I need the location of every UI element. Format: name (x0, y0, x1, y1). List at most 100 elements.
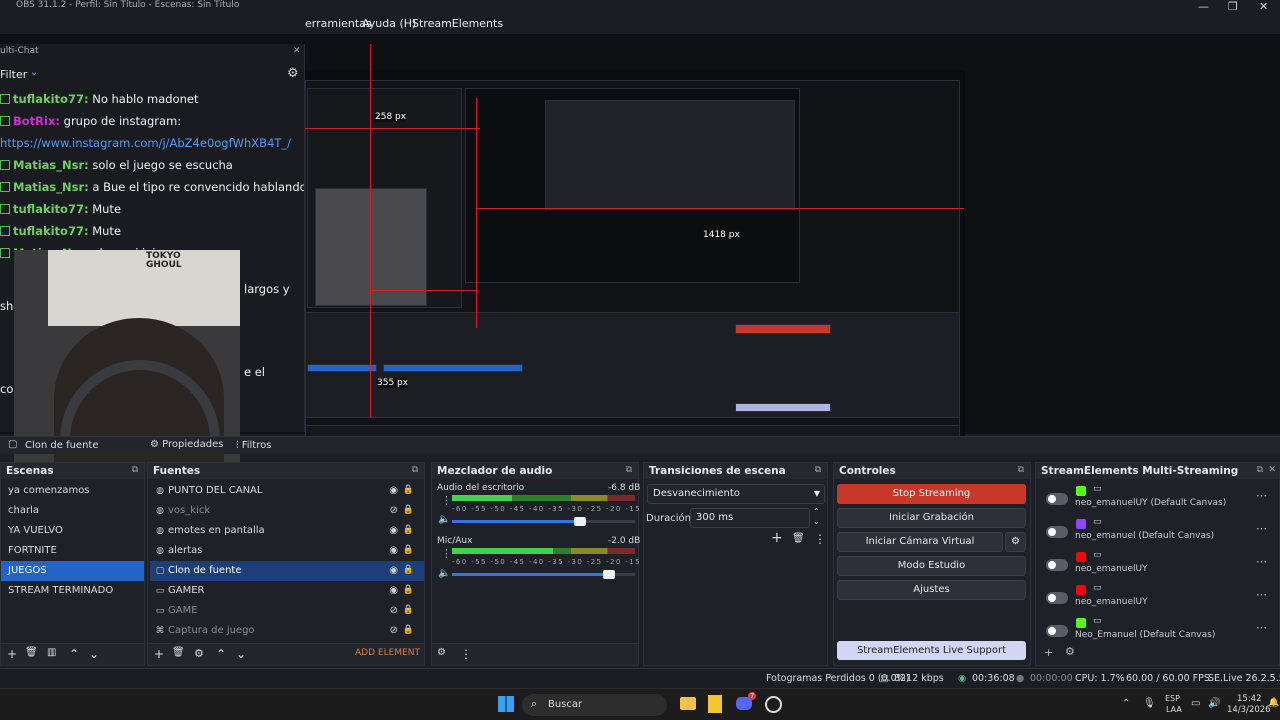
notification-icon[interactable]: 🔔 (1268, 698, 1279, 708)
lock-icon[interactable]: 🔒 (403, 485, 414, 495)
lock-icon[interactable]: 🔒 (403, 605, 414, 615)
undock-icon[interactable]: ⧉ (626, 465, 632, 475)
stepper-up-icon[interactable]: ⌃ (813, 507, 820, 516)
lock-icon[interactable]: 🔒 (403, 625, 414, 635)
more-options-icon[interactable]: ⋯ (1256, 522, 1267, 535)
gear-icon[interactable]: ⚙ (287, 66, 299, 81)
eye-slash-icon[interactable]: ⊘ (390, 625, 398, 636)
source-item[interactable]: ◍ vos_kick ⊘ 🔒 (150, 501, 424, 521)
app-icon[interactable] (708, 695, 722, 713)
add-scene-icon[interactable]: + (7, 647, 17, 661)
volume-knob[interactable] (603, 570, 615, 579)
obs-icon[interactable] (765, 696, 782, 713)
eye-icon[interactable]: ◉ (389, 585, 398, 596)
target-toggle[interactable] (1046, 493, 1068, 505)
volume-slider-mic[interactable] (452, 570, 635, 579)
eye-slash-icon[interactable]: ⊘ (390, 605, 398, 616)
stop-streaming-button[interactable]: Stop Streaming (837, 484, 1026, 504)
eye-icon[interactable]: ◉ (389, 525, 398, 536)
trash-icon[interactable]: 🗑 (25, 647, 38, 658)
gear-icon[interactable]: ⚙ (1065, 645, 1075, 658)
maximize-icon[interactable]: ❐ (1228, 0, 1238, 13)
chat-link[interactable]: https://www.instagram.com/j/AbZ4e0ogfWhX… (0, 136, 291, 150)
clock-time[interactable]: 15:42 (1237, 694, 1262, 704)
lock-icon[interactable]: 🔒 (403, 545, 414, 555)
scene-item[interactable]: FORTNITE (1, 541, 144, 561)
file-explorer-icon[interactable] (680, 697, 696, 710)
more-options-icon[interactable]: ⋯ (1256, 621, 1267, 634)
studio-mode-button[interactable]: Modo Estudio (837, 556, 1026, 576)
chevron-down-icon[interactable]: ⌄ (30, 67, 38, 78)
language-code[interactable]: ESP (1165, 694, 1180, 703)
network-icon[interactable]: ▭ (1191, 698, 1200, 709)
trash-icon[interactable]: 🗑 (792, 533, 805, 544)
transition-select[interactable]: Desvanecimiento ▼ (647, 484, 825, 504)
eye-icon[interactable]: ◉ (389, 545, 398, 556)
properties-button[interactable]: ⚙ Propiedades (150, 439, 223, 450)
kebab-menu-icon[interactable]: ⋮ (814, 532, 826, 546)
scene-item[interactable]: STREAM TERMINADO (1, 581, 144, 601)
speaker-icon[interactable]: 🔈 (438, 568, 450, 579)
menu-help[interactable]: Ayuda (H) (362, 17, 416, 30)
minimize-icon[interactable]: — (1198, 0, 1209, 13)
lock-icon[interactable]: 🔒 (403, 565, 414, 575)
move-down-icon[interactable]: ⌄ (89, 647, 99, 661)
undock-icon[interactable]: ⧉ (412, 465, 418, 475)
source-item[interactable]: ⌘ Captura de juego ⊘ 🔒 (150, 621, 424, 641)
scene-item[interactable]: charla (1, 501, 144, 521)
mixer-settings-icon[interactable]: ⚙ (437, 647, 446, 658)
target-toggle[interactable] (1046, 625, 1068, 637)
preview-canvas[interactable]: 258 px 1418 px 355 px (305, 70, 965, 450)
more-options-icon[interactable]: ⋯ (1256, 555, 1267, 568)
add-target-icon[interactable]: + (1044, 646, 1053, 659)
speaker-icon[interactable]: 🔈 (438, 514, 450, 525)
add-element-button[interactable]: ADD ELEMENT (355, 648, 420, 658)
eye-icon[interactable]: ◉ (389, 485, 398, 496)
source-item[interactable]: ▭ GAMER ◉ 🔒 (150, 581, 424, 601)
target-toggle[interactable] (1046, 559, 1068, 571)
taskbar-search[interactable]: ⌕ Buscar (522, 694, 667, 716)
chat-close-icon[interactable]: ✕ (293, 46, 301, 56)
add-source-icon[interactable]: + (154, 647, 164, 661)
target-toggle[interactable] (1046, 526, 1068, 538)
undock-icon[interactable]: ⧉ (1018, 465, 1024, 475)
stepper-down-icon[interactable]: ⌄ (813, 517, 820, 526)
start-virtual-camera-button[interactable]: Iniciar Cámara Virtual (837, 532, 1003, 552)
kebab-menu-icon[interactable]: ⋮ (441, 494, 452, 507)
scene-item[interactable]: JUEGOS (1, 561, 144, 581)
add-transition-icon[interactable]: + (771, 530, 783, 546)
source-item[interactable]: ▭ GAME ⊘ 🔒 (150, 601, 424, 621)
source-item[interactable]: ◍ PUNTO DEL CANAL ◉ 🔒 (150, 481, 424, 501)
more-options-icon[interactable]: ⋯ (1256, 588, 1267, 601)
lock-icon[interactable]: 🔒 (403, 525, 414, 535)
start-recording-button[interactable]: Iniciar Grabación (837, 508, 1026, 528)
eye-slash-icon[interactable]: ⊘ (390, 505, 398, 516)
source-item[interactable]: ◍ emotes en pantalla ◉ 🔒 (150, 521, 424, 541)
volume-icon[interactable]: 🔊 (1208, 698, 1220, 709)
virtual-camera-settings-button[interactable]: ⚙ (1005, 532, 1026, 552)
filters-button[interactable]: ⫶ Filtros (236, 440, 271, 451)
close-icon[interactable]: ✕ (1268, 465, 1276, 475)
close-icon[interactable]: ✕ (1259, 0, 1268, 13)
kebab-menu-icon[interactable]: ⋮ (460, 647, 472, 661)
se-live-support-button[interactable]: StreamElements Live Support (837, 641, 1026, 660)
lock-icon[interactable]: 🔒 (403, 505, 414, 515)
chat-filter-label[interactable]: Filter (0, 68, 27, 81)
undock-icon[interactable]: ⧉ (1257, 465, 1263, 475)
lock-icon[interactable]: 🔒 (403, 585, 414, 595)
source-item[interactable]: ▢ Clon de fuente ◉ 🔒 (150, 561, 424, 581)
move-up-icon[interactable]: ⌃ (216, 647, 226, 661)
volume-knob[interactable] (574, 517, 586, 526)
tray-chevron-icon[interactable]: ⌃ (1122, 698, 1130, 709)
more-options-icon[interactable]: ⋯ (1256, 489, 1267, 502)
gear-icon[interactable]: ⚙ (194, 647, 204, 660)
eye-icon[interactable]: ◉ (389, 565, 398, 576)
move-down-icon[interactable]: ⌄ (236, 647, 246, 661)
undock-icon[interactable]: ⧉ (132, 465, 138, 475)
move-up-icon[interactable]: ⌃ (69, 647, 79, 661)
scene-item[interactable]: YA VUELVO (1, 521, 144, 541)
source-item[interactable]: ◍ alertas ◉ 🔒 (150, 541, 424, 561)
trash-icon[interactable]: 🗑 (172, 647, 185, 658)
scene-filter-icon[interactable]: ▥ (47, 647, 56, 658)
volume-slider-desktop[interactable] (452, 517, 635, 526)
